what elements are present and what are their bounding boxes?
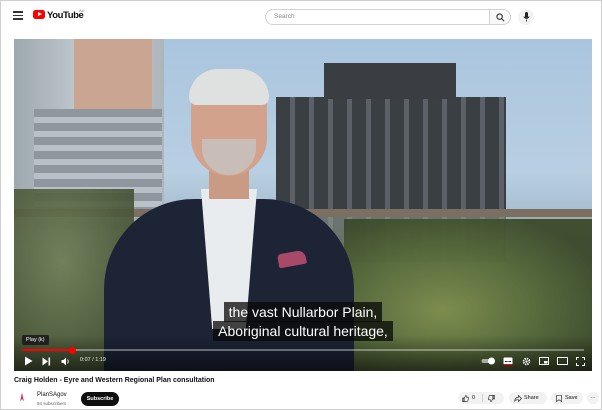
time-display: 0:07 / 1:19: [80, 357, 106, 363]
top-bar: YouTube AU Search: [1, 1, 602, 31]
like-icon[interactable]: [462, 394, 469, 402]
subscribe-button[interactable]: Subscribe: [81, 392, 119, 406]
subtitles-icon: [503, 357, 513, 365]
settings-button[interactable]: [520, 355, 532, 367]
subtitles-button[interactable]: [502, 355, 514, 367]
save-button[interactable]: Save: [551, 392, 583, 404]
play-button[interactable]: [22, 355, 34, 367]
save-label: Save: [565, 395, 578, 401]
settings-icon: [522, 357, 530, 365]
search-input[interactable]: Search: [265, 9, 489, 25]
progress-bar[interactable]: [22, 346, 584, 354]
more-actions-button[interactable]: ···: [587, 392, 599, 404]
menu-icon[interactable]: [13, 11, 23, 20]
autoplay-toggle[interactable]: [480, 355, 496, 367]
youtube-logo-icon[interactable]: [33, 10, 45, 19]
theater-mode-button[interactable]: [556, 355, 568, 367]
share-button[interactable]: Share: [509, 392, 547, 404]
mic-icon: [522, 12, 530, 22]
share-icon: [514, 394, 522, 402]
search-button[interactable]: [489, 9, 511, 25]
like-separator: [482, 394, 483, 402]
volume-icon: [61, 357, 69, 365]
video-title: Craig Holden - Eyre and Western Regional…: [14, 377, 215, 384]
progress-scrubber[interactable]: [68, 346, 76, 354]
voice-search-button[interactable]: [518, 9, 534, 25]
save-icon: [556, 394, 562, 402]
progress-played: [22, 349, 73, 351]
like-dislike-group: 0: [458, 392, 504, 404]
play-icon: [24, 356, 32, 366]
next-icon: [42, 357, 50, 365]
volume-button[interactable]: [60, 355, 72, 367]
video-building-tower: [74, 39, 152, 119]
autoplay-toggle-icon: [481, 357, 495, 365]
fullscreen-icon: [575, 356, 585, 366]
browser-frame: YouTube AU Search the vast Nullarbor Pla…: [0, 0, 602, 410]
play-tooltip: Play (k): [22, 335, 49, 345]
region-code: AU: [79, 8, 85, 13]
theater-icon: [556, 357, 568, 365]
subscriber-count: 94 subscribers: [37, 401, 67, 406]
miniplayer-button[interactable]: [538, 355, 550, 367]
share-label: Share: [524, 395, 539, 401]
search-placeholder: Search: [274, 13, 295, 20]
youtube-logo-text[interactable]: YouTube: [47, 10, 84, 21]
miniplayer-icon: [539, 357, 549, 365]
speaker-hair: [189, 69, 269, 105]
caption-line-1: the vast Nullarbor Plain,: [14, 302, 592, 322]
channel-name[interactable]: PlanSAgov: [37, 392, 67, 398]
more-icon: ···: [590, 395, 596, 401]
next-button[interactable]: [40, 355, 52, 367]
like-count[interactable]: 0: [472, 392, 475, 404]
search-icon: [496, 13, 505, 22]
dislike-icon[interactable]: [488, 394, 495, 402]
channel-avatar[interactable]: [17, 392, 27, 402]
video-player[interactable]: the vast Nullarbor Plain, Aboriginal cul…: [14, 39, 592, 371]
fullscreen-button[interactable]: [574, 355, 586, 367]
